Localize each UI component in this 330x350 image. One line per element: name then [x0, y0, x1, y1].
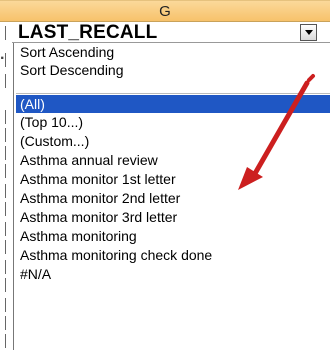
- gutter-tick: [5, 74, 6, 88]
- autofilter-menu: Sort Ascending Sort Descending (All) (To…: [13, 43, 330, 350]
- menu-item-custom[interactable]: (Custom...): [20, 133, 89, 149]
- menu-item-asthma-annual-review[interactable]: Asthma annual review: [20, 152, 158, 168]
- menu-item-all[interactable]: (All): [16, 95, 330, 113]
- gutter-tick: [5, 334, 6, 348]
- chevron-down-icon: [305, 30, 313, 35]
- gutter-tick: [5, 146, 6, 160]
- menu-item-asthma-monitoring[interactable]: Asthma monitoring: [20, 228, 137, 244]
- column-header-g[interactable]: G: [0, 0, 330, 22]
- left-row-gutter: ·: [0, 22, 12, 350]
- gutter-tick: [5, 164, 6, 178]
- menu-item-top-10[interactable]: (Top 10...): [20, 114, 83, 130]
- gutter-tick: [5, 260, 6, 274]
- gutter-tick: [5, 278, 6, 292]
- menu-item-asthma-monitor-1st-letter[interactable]: Asthma monitor 1st letter: [20, 171, 176, 187]
- header-cell[interactable]: LAST_RECALL: [12, 22, 330, 43]
- menu-item-na[interactable]: #N/A: [20, 266, 51, 282]
- gutter-tick: [5, 222, 6, 236]
- autofilter-dropdown-button[interactable]: [300, 24, 317, 41]
- menu-item-asthma-monitor-3rd-letter[interactable]: Asthma monitor 3rd letter: [20, 209, 177, 225]
- menu-item-asthma-monitor-2nd-letter[interactable]: Asthma monitor 2nd letter: [20, 190, 180, 206]
- gutter-tick: [5, 128, 6, 142]
- menu-item-sort-descending[interactable]: Sort Descending: [20, 62, 124, 78]
- gutter-tick: [5, 184, 6, 198]
- column-letter: G: [159, 3, 171, 20]
- gutter-tick: [5, 53, 6, 67]
- gutter-tick: [5, 298, 6, 312]
- gutter-tick: [5, 110, 6, 124]
- menu-item-asthma-monitoring-check-done[interactable]: Asthma monitoring check done: [20, 247, 212, 263]
- gutter-tick: [5, 316, 6, 330]
- gutter-tick: [5, 240, 6, 254]
- gutter-tick: [5, 26, 6, 40]
- menu-item-sort-ascending[interactable]: Sort Ascending: [20, 44, 114, 60]
- gutter-tick: [5, 202, 6, 216]
- menu-separator: [16, 93, 330, 94]
- header-cell-title: LAST_RECALL: [18, 22, 158, 43]
